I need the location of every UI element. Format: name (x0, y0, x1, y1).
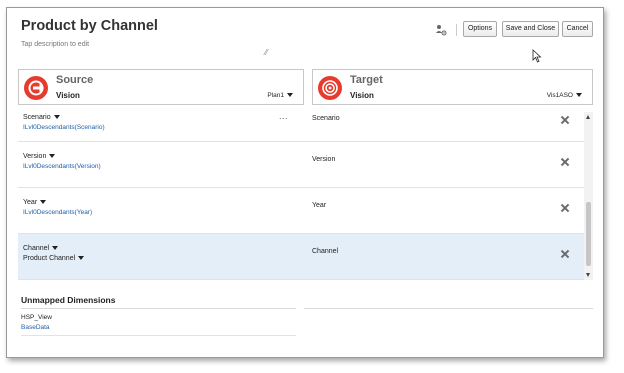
chevron-down-icon (53, 115, 60, 120)
source-cell: Year ILvl0Descendants(Year) (18, 188, 304, 233)
cancel-button[interactable]: Cancel (562, 21, 593, 37)
dialog-window: Product by Channel Tap description to ed… (6, 7, 604, 358)
source-app: Vision (56, 91, 80, 100)
target-cell: Scenario (312, 112, 582, 141)
target-label: Target (350, 74, 383, 86)
source-dimension-label: Scenario (23, 114, 51, 121)
source-card: Source Vision Plan1 (18, 69, 304, 105)
unmapped-dimension-value[interactable]: BaseData (21, 324, 50, 331)
resize-grip-icon[interactable]: ⁄⁄ (265, 48, 268, 57)
source-dimension-dropdown[interactable]: Version (23, 153, 56, 160)
source-cell: Version ILvl0Descendants(Version) (18, 142, 304, 187)
target-cube-dropdown[interactable]: Vis1ASO (547, 92, 582, 99)
source-dimension-dropdown[interactable]: Scenario (23, 114, 60, 121)
source-label: Source (56, 74, 94, 86)
divider (21, 335, 296, 336)
mouse-cursor-icon (532, 49, 542, 63)
chevron-down-icon (40, 200, 47, 205)
source-dimension-label: Year (23, 199, 38, 206)
source-cell: Scenario ILvl0Descendants(Scenario) ... (18, 112, 304, 141)
unmapped-dimension-name: HSP_View (21, 314, 52, 321)
source-cube-dropdown[interactable]: Plan1 (267, 92, 293, 99)
remove-mapping-icon[interactable] (560, 249, 570, 259)
source-dimension-label: Product Channel (23, 255, 76, 262)
source-arrow-icon (24, 76, 48, 100)
more-actions-icon[interactable]: ... (279, 112, 288, 121)
description-field[interactable]: Tap description to edit (21, 41, 89, 48)
target-dimension-label: Scenario (312, 115, 340, 122)
target-cell: Year (312, 188, 582, 233)
unmapped-dimensions-heading: Unmapped Dimensions (21, 295, 116, 305)
target-dimension-label: Version (312, 156, 336, 163)
target-cell: Channel (312, 234, 582, 279)
mapping-row-channel[interactable]: Channel Product Channel Channel (18, 234, 593, 280)
chevron-down-icon (49, 154, 56, 159)
source-dimension-label: Version (23, 153, 47, 160)
source-dimension-dropdown[interactable]: Channel (23, 245, 59, 252)
remove-mapping-icon[interactable] (560, 157, 570, 167)
scroll-down-icon[interactable] (586, 273, 590, 277)
scroll-up-icon[interactable] (586, 115, 590, 119)
source-cell: Channel Product Channel (18, 234, 304, 279)
person-settings-icon[interactable] (435, 24, 447, 36)
source-cube-value: Plan1 (267, 92, 284, 99)
chevron-down-icon (287, 93, 293, 98)
scrollbar-thumb[interactable] (586, 202, 591, 266)
remove-mapping-icon[interactable] (560, 203, 570, 213)
chevron-down-icon (78, 256, 85, 261)
page-title: Product by Channel (21, 18, 158, 34)
grid-scrollbar[interactable] (584, 112, 593, 280)
screenshot-stage: Product by Channel Tap description to ed… (0, 0, 624, 373)
target-dimension-label: Channel (312, 248, 339, 255)
source-dimension-label: Channel (23, 245, 50, 252)
chevron-down-icon (52, 246, 59, 251)
mapping-row-year[interactable]: Year ILvl0Descendants(Year) Year (18, 188, 593, 234)
mapping-row-scenario[interactable]: Scenario ILvl0Descendants(Scenario) ... … (18, 112, 593, 142)
remove-mapping-icon[interactable] (560, 115, 570, 125)
target-icon (318, 76, 342, 100)
target-card: Target Vision Vis1ASO (312, 69, 593, 105)
target-dimension-label: Year (312, 202, 327, 209)
source-dimension-dropdown[interactable]: Year (23, 199, 47, 206)
save-and-close-button[interactable]: Save and Close (502, 21, 559, 37)
target-app: Vision (350, 91, 374, 100)
target-cell: Version (312, 142, 582, 187)
options-button[interactable]: Options (463, 21, 497, 37)
mapping-row-version[interactable]: Version ILvl0Descendants(Version) Versio… (18, 142, 593, 188)
divider (21, 308, 296, 309)
target-cube-value: Vis1ASO (546, 92, 573, 99)
mapping-grid: Scenario ILvl0Descendants(Scenario) ... … (18, 112, 593, 280)
source-member-expression[interactable]: ILvl0Descendants(Scenario) (23, 124, 105, 131)
toolbar-divider (456, 24, 457, 36)
source-member-expression[interactable]: ILvl0Descendants(Version) (23, 163, 101, 170)
chevron-down-icon (576, 93, 582, 98)
divider (304, 308, 593, 309)
source-dimension-dropdown[interactable]: Product Channel (23, 255, 85, 262)
source-member-expression[interactable]: ILvl0Descendants(Year) (23, 209, 92, 216)
